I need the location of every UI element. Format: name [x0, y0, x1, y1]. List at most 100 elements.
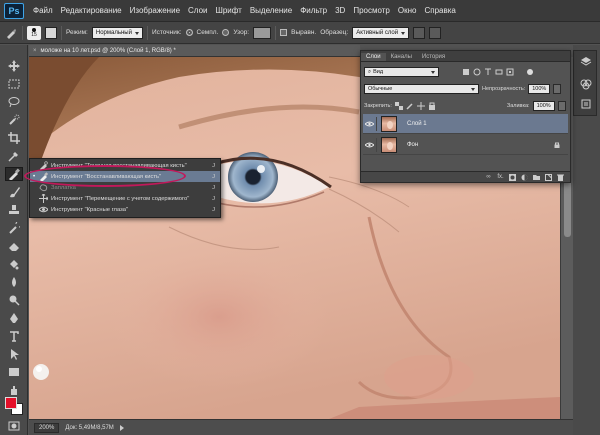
menu-view[interactable]: Просмотр — [349, 6, 394, 15]
layer-row-layer-1[interactable]: Слой 1 — [363, 114, 568, 134]
menu-window[interactable]: Окно — [394, 6, 421, 15]
sample-select[interactable]: Активный слой — [352, 26, 410, 39]
dodge-tool-icon[interactable] — [5, 293, 23, 307]
trash-icon[interactable] — [557, 174, 564, 181]
lock-transparent-icon[interactable] — [394, 102, 403, 110]
filter-pixel-icon[interactable] — [462, 68, 470, 76]
pressure-toggle[interactable] — [429, 26, 442, 39]
blend-mode-select[interactable]: Обычные — [364, 84, 479, 94]
lock-label: Закрепить: — [364, 103, 392, 109]
menu-filter[interactable]: Фильтр — [296, 6, 331, 15]
history-panel-icon[interactable] — [579, 97, 593, 111]
opacity-slider-toggle[interactable] — [553, 84, 562, 94]
eyedropper-tool-icon[interactable] — [5, 149, 23, 163]
source-sampled-radio[interactable] — [185, 29, 193, 36]
menu-edit[interactable]: Редактирование — [57, 6, 126, 15]
lock-image-icon[interactable] — [406, 102, 414, 110]
menu-3d[interactable]: 3D — [331, 6, 349, 15]
flyout-item-healing-brush[interactable]: • Инструмент "Восстанавливающая кисть" J — [30, 171, 220, 182]
folder-icon[interactable] — [533, 174, 540, 181]
lasso-tool-icon[interactable] — [5, 95, 23, 109]
opacity-input[interactable]: 100% — [528, 84, 551, 94]
mode-label: Режим: — [66, 29, 88, 36]
fill-slider-toggle[interactable] — [557, 101, 566, 111]
flyout-item-patch[interactable]: Заплатка J — [30, 182, 220, 193]
menu-layers[interactable]: Слои — [184, 6, 211, 15]
hand-tool-icon[interactable] — [5, 383, 23, 397]
healing-brush-tool-icon[interactable] — [5, 167, 23, 181]
lock-all-icon[interactable] — [428, 102, 436, 110]
gradient-tool-icon[interactable] — [5, 257, 23, 271]
brush-tool-icon[interactable] — [5, 185, 23, 199]
filter-toggle[interactable] — [527, 69, 533, 75]
link-icon[interactable]: ∞ — [485, 174, 492, 181]
blur-tool-icon[interactable] — [5, 275, 23, 289]
status-menu-arrow-icon[interactable] — [119, 424, 124, 431]
close-icon[interactable]: × — [33, 48, 37, 54]
healing-brush-tool-preset-icon[interactable] — [4, 26, 18, 40]
flyout-item-red-eye[interactable]: Инструмент "Красные глаза" J — [30, 204, 220, 215]
menu-image[interactable]: Изображение — [126, 6, 184, 15]
layer-thumbnail — [381, 136, 397, 153]
menu-file[interactable]: Файл — [29, 6, 57, 15]
document-tab[interactable]: × моложе на 10 лет.psd @ 200% (Слой 1, R… — [29, 45, 360, 57]
brush-panel-toggle[interactable] — [45, 26, 57, 39]
lock-position-icon[interactable] — [416, 102, 425, 110]
flyout-item-spot-healing-brush[interactable]: Инструмент "Точечная восстанавливающая к… — [30, 160, 220, 171]
quick-selection-tool-icon[interactable] — [5, 113, 23, 127]
spot-healing-brush-icon — [38, 161, 48, 171]
filter-shape-icon[interactable] — [495, 68, 503, 76]
crop-tool-icon[interactable] — [5, 131, 23, 145]
menu-select[interactable]: Выделение — [246, 6, 296, 15]
tab-history[interactable]: История — [417, 53, 450, 61]
flyout-item-label: Инструмент "Красные глаза" — [51, 206, 129, 213]
layers-panel-icon[interactable] — [579, 55, 593, 69]
adjustment-icon[interactable] — [521, 174, 528, 181]
pen-tool-icon[interactable] — [5, 311, 23, 325]
layer-name[interactable]: Слой 1 — [407, 121, 427, 127]
tab-channels[interactable]: Каналы — [386, 53, 417, 61]
ignore-adjustment-layers-toggle[interactable] — [413, 26, 426, 39]
move-tool-icon[interactable] — [5, 59, 23, 73]
foreground-color-swatch[interactable] — [5, 397, 17, 409]
fx-icon[interactable]: fx. — [497, 174, 504, 181]
brush-size-picker[interactable]: 15 — [27, 25, 41, 40]
eraser-tool-icon[interactable] — [5, 239, 23, 253]
lock-fill-row: Закрепить: Заливка: 100% — [364, 101, 566, 111]
visibility-eye-icon[interactable] — [363, 137, 377, 152]
layer-row-background[interactable]: Фон — [363, 135, 568, 155]
flyout-item-content-aware-move[interactable]: Инструмент "Перемещение с учетом содержи… — [30, 193, 220, 204]
menu-help[interactable]: Справка — [420, 6, 459, 15]
quick-mask-icon[interactable] — [5, 419, 23, 433]
filter-type-icon[interactable] — [484, 68, 492, 76]
filter-adjustment-icon[interactable] — [473, 68, 481, 76]
channels-panel-icon[interactable] — [579, 77, 593, 91]
zoom-level[interactable]: 200% — [34, 422, 60, 433]
fill-input[interactable]: 100% — [532, 101, 555, 111]
pattern-picker[interactable] — [253, 26, 272, 39]
type-tool-icon[interactable] — [5, 329, 23, 343]
filter-smart-object-icon[interactable] — [506, 68, 514, 76]
rectangle-tool-icon[interactable] — [5, 365, 23, 379]
clone-stamp-tool-icon[interactable] — [5, 203, 23, 217]
selected-tool-dot-icon: • — [32, 173, 36, 180]
marquee-tool-icon[interactable] — [5, 77, 23, 91]
scrollbar-thumb[interactable] — [564, 177, 571, 237]
layer-filter-select[interactable]: ⌕ Вид — [364, 67, 439, 77]
brush-size-value: 15 — [31, 31, 37, 38]
visibility-eye-icon[interactable] — [363, 116, 377, 131]
new-layer-icon[interactable] — [545, 173, 552, 181]
menu-type[interactable]: Шрифт — [211, 6, 245, 15]
separator — [61, 25, 62, 40]
photoshop-logo: Ps — [4, 2, 24, 19]
mode-select[interactable]: Нормальный — [91, 26, 143, 39]
source-pattern-radio[interactable] — [222, 29, 230, 36]
mask-icon[interactable] — [509, 173, 516, 181]
healing-brush-icon — [38, 172, 48, 182]
aligned-checkbox[interactable] — [280, 29, 288, 36]
source-label: Источник: — [151, 29, 182, 36]
tab-layers[interactable]: Слои — [361, 53, 386, 61]
layer-name[interactable]: Фон — [407, 142, 418, 148]
path-selection-tool-icon[interactable] — [5, 347, 23, 361]
history-brush-tool-icon[interactable] — [5, 221, 23, 235]
